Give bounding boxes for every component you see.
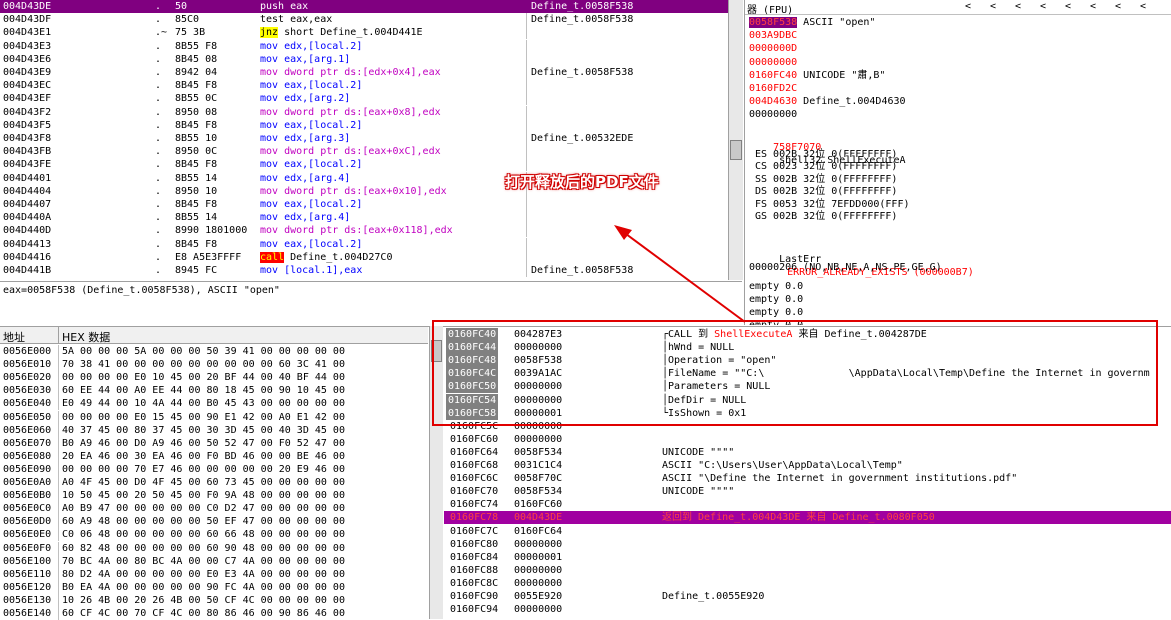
annotation-arrow (614, 225, 746, 323)
annotation-label: 打开释放后的PDF文件 (505, 173, 659, 191)
